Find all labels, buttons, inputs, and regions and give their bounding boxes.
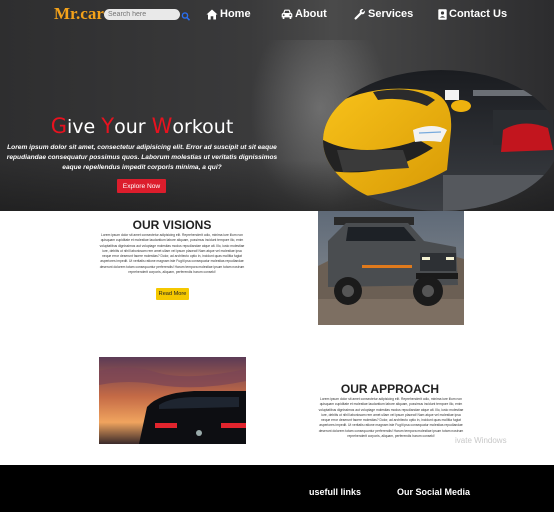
nav-contact-link[interactable]: Contact Us (438, 7, 507, 21)
site-logo[interactable]: Mr.car (54, 4, 104, 24)
visions-text: Lorem ipsum dolor sit amet consectetur a… (99, 233, 245, 275)
hero-title-word: orkout (172, 116, 234, 138)
hero-description: Lorem ipsum dolor sit amet, consectetur … (6, 144, 278, 172)
nav-services-link[interactable]: Services (354, 7, 413, 21)
explore-now-button[interactable]: Explore Now (117, 179, 166, 193)
footer-social-media-heading: Our Social Media (397, 487, 471, 497)
footer-useful-links-heading: usefull links (309, 487, 362, 497)
contact-card-icon (438, 8, 447, 20)
hero-title-initial: G (50, 114, 67, 138)
activate-windows-watermark: ivate Windows (455, 436, 507, 445)
read-more-button[interactable]: Read More (156, 288, 189, 300)
home-icon (206, 9, 218, 20)
nav-services-label: Services (368, 8, 414, 20)
footer (0, 465, 554, 512)
hero-title-word: ive (67, 116, 102, 138)
hero-title: Give Your Workout (0, 114, 284, 138)
search-icon[interactable] (181, 9, 191, 21)
truck-image (318, 211, 464, 325)
hero-title-initial: W (151, 114, 173, 138)
approach-title: OUR APPROACH (340, 382, 440, 396)
visions-title: OUR VISIONS (132, 218, 212, 232)
hero-car-image (323, 70, 554, 211)
nav-home-label: Home (220, 8, 251, 20)
approach-text: Lorem ipsum dolor sit amet consectetur a… (318, 397, 464, 439)
hero-title-word: our (114, 116, 152, 138)
wrench-icon (354, 8, 366, 20)
navbar: Mr.car Home About Se (0, 0, 554, 28)
sunset-car-image (99, 357, 246, 444)
search-input[interactable] (104, 9, 180, 20)
nav-contact-label: Contact Us (449, 8, 508, 20)
nav-about-label: About (295, 8, 327, 20)
nav-home-link[interactable]: Home (206, 7, 251, 21)
nav-about-link[interactable]: About (281, 7, 327, 21)
car-icon (281, 9, 293, 20)
hero-title-initial: Y (101, 114, 115, 138)
